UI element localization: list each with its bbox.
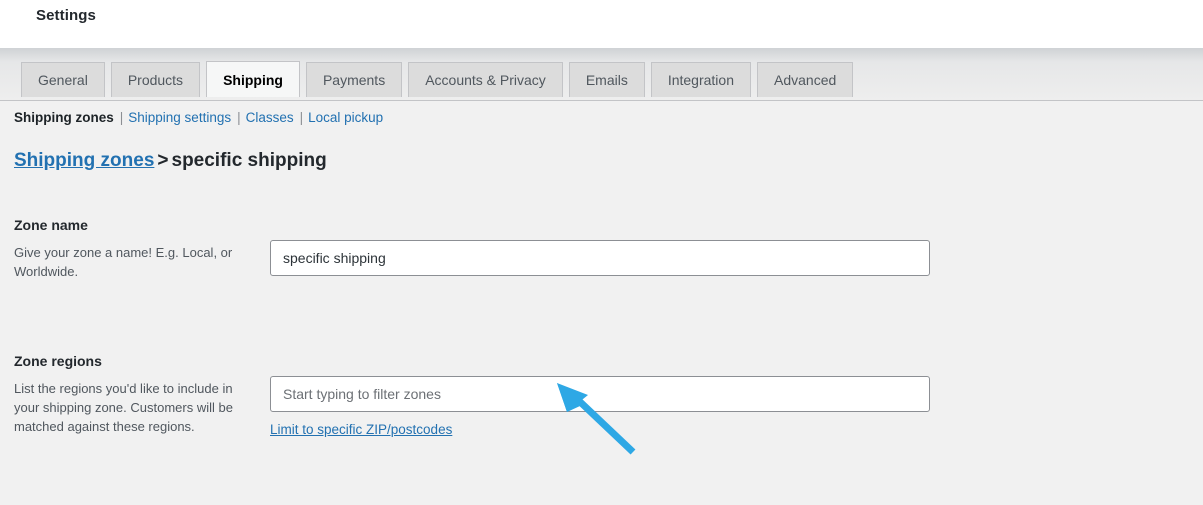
breadcrumb-separator: >	[157, 150, 169, 171]
settings-tab-strip: General Products Shipping Payments Accounts …	[0, 48, 1203, 101]
settings-screen: Settings General Products Shipping Payments…	[0, 0, 1203, 505]
zone-regions-title: Zone regions	[14, 353, 102, 369]
subnav-classes[interactable]: Classes	[246, 110, 294, 125]
subnav-separator: |	[299, 110, 304, 125]
subnav-shipping-settings[interactable]: Shipping settings	[128, 110, 231, 125]
settings-tabs: General Products Shipping Payments Accounts …	[21, 61, 854, 97]
limit-to-zip-postcodes-link[interactable]: Limit to specific ZIP/postcodes	[270, 422, 452, 437]
subnav-shipping-zones: Shipping zones	[14, 110, 114, 125]
page-title: Settings	[36, 7, 96, 24]
zone-regions-control: Limit to specific ZIP/postcodes	[270, 376, 930, 439]
zone-name-input[interactable]	[270, 240, 930, 276]
tab-payments[interactable]: Payments	[305, 62, 403, 97]
zone-name-description: Give your zone a name! E.g. Local, or Wo…	[14, 245, 233, 280]
breadcrumb-current-zone: specific shipping	[171, 150, 327, 171]
subnav-local-pickup[interactable]: Local pickup	[308, 110, 383, 125]
zone-regions-input[interactable]	[270, 376, 930, 412]
zone-name-label-group: Zone name Give your zone a name! E.g. Lo…	[14, 216, 259, 281]
breadcrumb: Shipping zones > specific shipping	[14, 150, 327, 172]
subnav-separator: |	[119, 110, 124, 125]
tab-general[interactable]: General	[21, 62, 105, 97]
shipping-subnav: Shipping zones | Shipping settings | Classes…	[14, 110, 383, 125]
tab-emails[interactable]: Emails	[568, 62, 645, 97]
zone-regions-description: List the regions you'd like to include i…	[14, 381, 233, 435]
zone-regions-label-group: Zone regions List the regions you'd like…	[14, 352, 259, 436]
tab-advanced[interactable]: Advanced	[757, 62, 854, 97]
zone-name-control	[270, 240, 930, 276]
tab-strip-underline	[0, 100, 1203, 101]
zone-name-title: Zone name	[14, 217, 88, 233]
tab-accounts-privacy[interactable]: Accounts & Privacy	[408, 62, 563, 97]
tab-shipping[interactable]: Shipping	[206, 61, 300, 97]
page-header: Settings	[0, 0, 1203, 48]
breadcrumb-shipping-zones-link[interactable]: Shipping zones	[14, 150, 154, 171]
subnav-separator: |	[237, 110, 241, 125]
tab-integration[interactable]: Integration	[650, 62, 751, 97]
tab-products[interactable]: Products	[110, 62, 201, 97]
